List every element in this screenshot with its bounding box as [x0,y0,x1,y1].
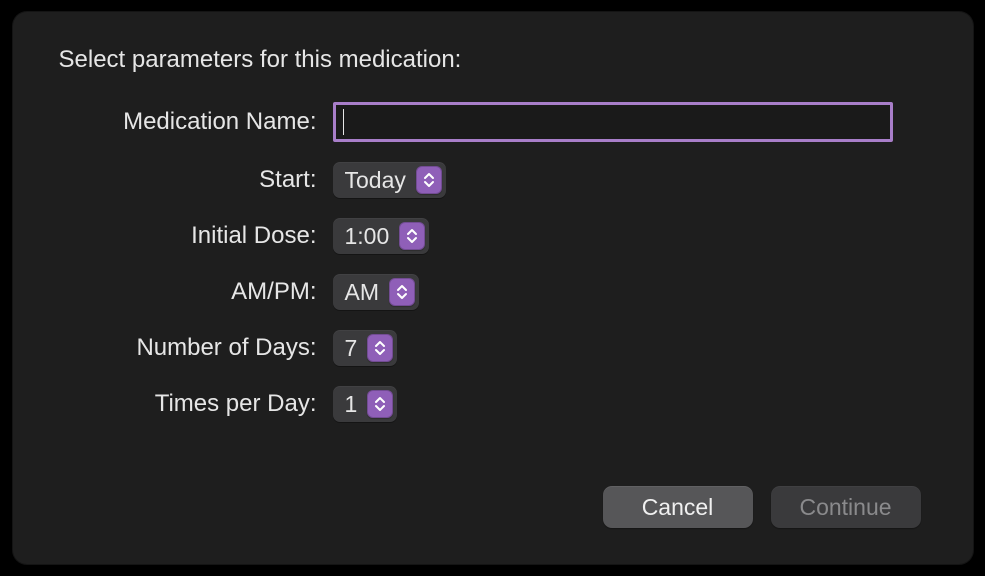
initial-dose-value: 1:00 [345,223,390,250]
initial-dose-label: Initial Dose: [53,222,333,250]
updown-icon [367,334,393,362]
updown-icon [399,222,425,250]
start-popup[interactable]: Today [333,162,446,198]
dialog-footer: Cancel Continue [53,486,933,534]
updown-icon [416,166,442,194]
cancel-button[interactable]: Cancel [603,486,753,528]
continue-button[interactable]: Continue [771,486,921,528]
ampm-value: AM [345,279,380,306]
medication-name-input[interactable] [333,102,893,142]
medication-name-label: Medication Name: [53,108,333,136]
updown-icon [367,390,393,418]
times-per-day-label: Times per Day: [53,390,333,418]
ampm-label: AM/PM: [53,278,333,306]
initial-dose-popup[interactable]: 1:00 [333,218,430,254]
updown-icon [389,278,415,306]
dialog-heading: Select parameters for this medication: [59,46,933,74]
times-per-day-popup[interactable]: 1 [333,386,398,422]
number-of-days-popup[interactable]: 7 [333,330,398,366]
times-per-day-value: 1 [345,391,358,418]
medication-name-field-wrap [333,102,893,142]
ampm-popup[interactable]: AM [333,274,420,310]
medication-dialog: Select parameters for this medication: M… [13,12,973,564]
number-of-days-value: 7 [345,335,358,362]
number-of-days-label: Number of Days: [53,334,333,362]
start-label: Start: [53,166,333,194]
medication-form: Medication Name: Start: Today Initial Do… [53,102,933,422]
start-value: Today [345,167,406,194]
